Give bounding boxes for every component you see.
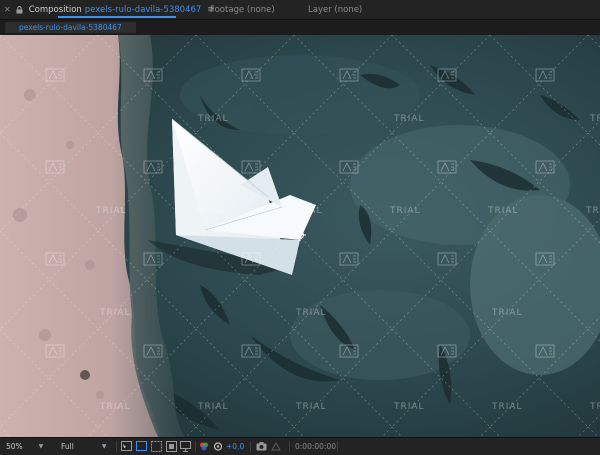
current-time-display[interactable]: 0:00:00:00 xyxy=(295,441,336,452)
chevron-down-icon: ▼ xyxy=(101,443,107,450)
composition-viewer[interactable]: TRIAL TRIAL TRIAL TRIAL TRIAL TRIAL TRIAL TRIAL… xyxy=(0,35,600,437)
grid-guides-icon[interactable] xyxy=(180,441,191,452)
trial-watermark-label: TRIAL xyxy=(585,206,600,216)
exposure-value[interactable]: +0,0 xyxy=(226,441,244,452)
divider xyxy=(337,441,338,452)
trial-watermark-label: TRIAL xyxy=(487,206,519,216)
viewer-controls: 50% ▼ Full ▼ +0,0 0:00:00:00 xyxy=(0,437,600,455)
trial-watermark-label: TRIAL xyxy=(295,402,327,412)
divider xyxy=(195,441,196,452)
resolution-value: Full xyxy=(61,442,74,451)
close-icon[interactable]: ✕ xyxy=(4,5,11,14)
show-snapshot-icon[interactable] xyxy=(271,441,282,452)
breadcrumb-composition[interactable]: pexels-rulo-davila-5380467 xyxy=(5,22,136,33)
region-of-interest-icon[interactable] xyxy=(166,441,177,452)
trial-watermark-label: TRIAL xyxy=(589,402,600,412)
active-tab-indicator xyxy=(58,16,176,18)
trial-watermark-label: TRIAL xyxy=(197,402,229,412)
composition-panel: ✕ Composition pexels-rulo-davila-5380467… xyxy=(0,0,600,455)
fast-previews-icon[interactable] xyxy=(121,441,132,452)
tab-footage[interactable]: Footage (none) xyxy=(210,0,275,19)
chevron-down-icon: ▼ xyxy=(38,443,44,450)
divider xyxy=(250,441,251,452)
trial-watermark-label: TRIAL xyxy=(389,206,421,216)
trial-watermark-label: TRIAL xyxy=(99,308,131,318)
trial-watermark-grid xyxy=(0,35,600,437)
magnification-dropdown[interactable]: 50% ▼ xyxy=(6,441,46,452)
divider xyxy=(289,441,290,452)
zoom-value: 50% xyxy=(6,442,23,451)
trial-watermark-label: TRIAL xyxy=(197,114,229,124)
composition-navigator: pexels-rulo-davila-5380467 xyxy=(0,20,600,35)
trial-watermark-label: TRIAL xyxy=(291,206,323,216)
trial-watermark-label: TRIAL xyxy=(95,206,127,216)
lock-icon[interactable] xyxy=(16,5,23,14)
tab-layer[interactable]: Layer (none) xyxy=(308,0,362,19)
trial-watermark-label: TRIAL xyxy=(193,206,225,216)
tab-composition-name: pexels-rulo-davila-5380467 xyxy=(84,4,202,15)
color-channels-icon[interactable] xyxy=(199,441,209,452)
snapshot-camera-icon[interactable] xyxy=(256,441,267,452)
resolution-dropdown[interactable]: Full ▼ xyxy=(61,441,109,452)
mask-path-visibility-icon[interactable] xyxy=(151,441,162,452)
reset-exposure-icon[interactable] xyxy=(213,441,223,452)
trial-watermark-label: TRIAL xyxy=(295,308,327,318)
trial-watermark-label: TRIAL xyxy=(491,308,523,318)
divider xyxy=(116,441,117,452)
trial-watermark-label: TRIAL xyxy=(589,114,600,124)
trial-watermark-label: TRIAL xyxy=(99,402,131,412)
trial-watermark-label: TRIAL xyxy=(491,402,523,412)
trial-watermark-label: TRIAL xyxy=(393,114,425,124)
panel-tab-bar: ✕ Composition pexels-rulo-davila-5380467… xyxy=(0,0,600,20)
transparency-grid-button[interactable] xyxy=(136,441,147,451)
trial-watermark-label: TRIAL xyxy=(393,402,425,412)
viewer-canvas: TRIAL TRIAL TRIAL TRIAL TRIAL TRIAL TRIAL TRIAL… xyxy=(0,35,600,437)
tab-composition-label: Composition xyxy=(28,4,82,15)
